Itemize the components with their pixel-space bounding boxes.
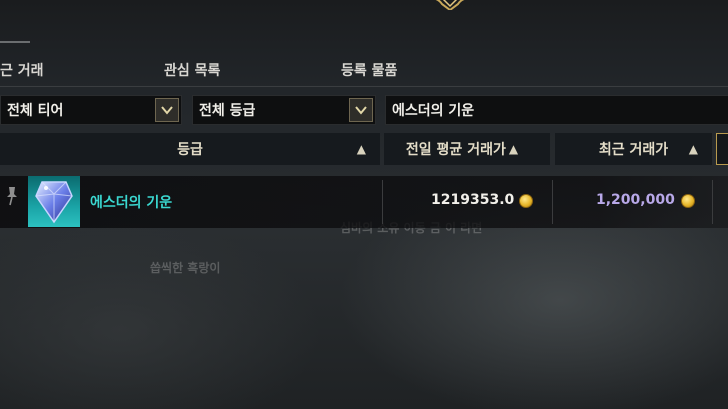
tab-registered-items[interactable]: 등록 물품 xyxy=(341,60,397,80)
tier-select-value: 전체 티어 xyxy=(7,103,64,119)
tier-select[interactable]: 전체 티어 xyxy=(0,95,182,125)
recent-price-value: 1,200,000 xyxy=(596,192,675,208)
item-name[interactable]: 에스더의 기운 xyxy=(90,192,172,212)
column-divider xyxy=(712,180,713,224)
sort-asc-icon: ▲ xyxy=(508,142,519,156)
sort-asc-icon: ▲ xyxy=(688,142,698,156)
item-icon-frame xyxy=(28,176,80,227)
column-header-recent-price-label: 최근 거래가 xyxy=(598,142,669,158)
tab-watchlist[interactable]: 관심 목록 xyxy=(164,60,220,80)
column-header-prev-avg-price-label: 전일 평균 거래가 xyxy=(405,142,506,158)
column-header-recent-price[interactable]: 최근 거래가 ▲ xyxy=(555,133,712,165)
header-extra-button[interactable] xyxy=(716,133,728,165)
gold-coin-icon xyxy=(519,194,533,208)
tab-recent-trades[interactable]: 근 거래 xyxy=(0,60,44,80)
column-divider xyxy=(382,180,383,224)
tab-divider xyxy=(0,86,728,87)
pin-icon[interactable] xyxy=(4,186,20,206)
chevron-down-icon[interactable] xyxy=(349,98,373,122)
column-header-grade-label: 등급 xyxy=(177,142,203,158)
gold-coin-icon xyxy=(681,194,695,208)
active-tab-indicator xyxy=(0,41,30,43)
column-divider xyxy=(552,180,553,224)
top-ornament xyxy=(435,0,465,10)
chevron-down-icon[interactable] xyxy=(155,98,179,122)
prev-avg-price-value: 1219353.0 xyxy=(431,192,515,208)
sort-asc-icon: ▲ xyxy=(356,142,366,156)
search-input[interactable]: 에스더의 기운 xyxy=(385,95,728,125)
esther-crystal-icon xyxy=(35,181,73,224)
column-header-grade[interactable]: 등급 ▲ xyxy=(0,133,380,165)
column-header-prev-avg-price[interactable]: 전일 평균 거래가 ▲ xyxy=(384,133,550,165)
grade-select-value: 전체 등급 xyxy=(199,103,256,119)
grade-select[interactable]: 전체 등급 xyxy=(192,95,376,125)
search-input-value: 에스더의 기운 xyxy=(392,103,475,119)
background-text: 씁씩한 흑랑이 xyxy=(150,261,221,275)
